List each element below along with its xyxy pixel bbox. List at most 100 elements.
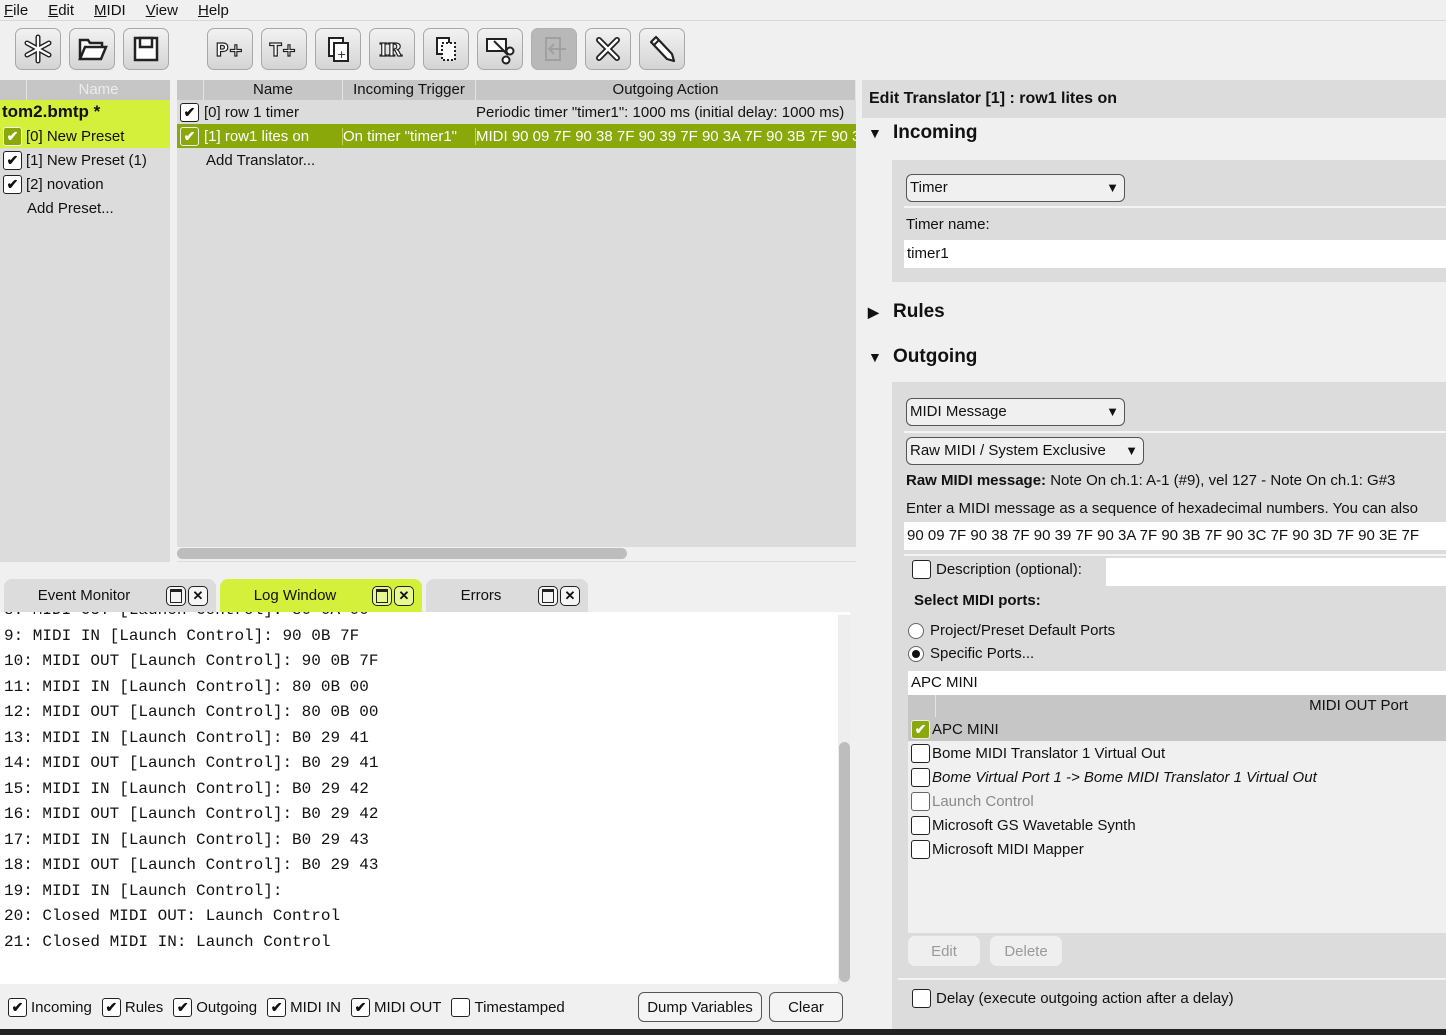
radio-icon	[908, 622, 924, 639]
port-checkbox[interactable]	[911, 719, 930, 739]
menu-midi[interactable]: MIDI	[94, 2, 126, 19]
checkbox-icon	[912, 560, 931, 579]
close-icon[interactable]: ✕	[188, 585, 208, 606]
delay-checkbox[interactable]: Delay (execute outgoing action after a d…	[912, 989, 1234, 1008]
new-project-button[interactable]	[15, 28, 61, 70]
add-translator-label: Add Translator...	[206, 151, 316, 169]
preset-enabled-checkbox[interactable]	[3, 174, 22, 194]
incoming-trigger-column-header[interactable]: Incoming Trigger	[343, 80, 476, 100]
midi-subtype-dropdown[interactable]: Raw MIDI / System Exclusive ▼	[906, 437, 1144, 465]
tab-event-monitor[interactable]: Event Monitor ✕	[4, 579, 216, 612]
port-row[interactable]: Launch Control	[908, 789, 1446, 813]
translator-row[interactable]: [1] row1 lites on On timer "timer1" MIDI…	[177, 124, 856, 148]
menu-help[interactable]: Help	[198, 2, 229, 19]
filter-incoming-checkbox[interactable]: Incoming	[6, 997, 92, 1017]
paste-button[interactable]	[423, 28, 469, 70]
outgoing-section-toggle[interactable]: ▼ Outgoing	[868, 346, 977, 368]
scrollbar-thumb[interactable]	[177, 548, 627, 559]
preset-enabled-checkbox[interactable]	[3, 150, 22, 170]
taskbar-edge	[0, 1029, 1446, 1035]
raw-midi-input[interactable]: 90 09 7F 90 38 7F 90 39 7F 90 3A 7F 90 3…	[904, 522, 1446, 550]
outgoing-action-column-header[interactable]: Outgoing Action	[476, 80, 856, 100]
save-project-button[interactable]	[123, 28, 169, 70]
maximize-icon[interactable]	[538, 585, 558, 606]
duplicate-button[interactable]: +	[315, 28, 361, 70]
specific-ports-radio[interactable]: Specific Ports...	[908, 645, 1034, 662]
clear-log-button[interactable]: Clear	[769, 992, 843, 1022]
add-preset-item[interactable]: Add Preset...	[0, 196, 170, 220]
description-checkbox[interactable]: Description (optional):	[912, 560, 1082, 579]
triangle-right-icon: ▶	[868, 303, 879, 320]
cut-button[interactable]	[477, 28, 523, 70]
incoming-section-toggle[interactable]: ▼ Incoming	[868, 122, 977, 144]
preset-enabled-checkbox[interactable]	[3, 126, 22, 146]
add-translator-item[interactable]: Add Translator...	[177, 148, 856, 172]
port-checkbox[interactable]	[911, 839, 930, 859]
maximize-icon[interactable]	[166, 585, 186, 606]
translator-enabled-checkbox[interactable]	[180, 102, 199, 122]
rename-icon: IR	[379, 40, 403, 62]
scrollbar-thumb[interactable]	[839, 742, 850, 982]
port-checkbox[interactable]	[911, 815, 930, 835]
menu-edit[interactable]: Edit	[48, 2, 74, 19]
delete-button[interactable]	[585, 28, 631, 70]
filter-outgoing-checkbox[interactable]: Outgoing	[171, 997, 257, 1017]
add-preset-button[interactable]: P+	[207, 28, 253, 70]
editor-title: Edit Translator [1] : row1 lites on	[862, 80, 1446, 118]
add-translator-button[interactable]: T+	[261, 28, 307, 70]
dump-variables-button[interactable]: Dump Variables	[638, 992, 762, 1022]
port-row[interactable]: Microsoft MIDI Mapper	[908, 837, 1446, 861]
port-row[interactable]: Microsoft GS Wavetable Synth	[908, 813, 1446, 837]
edit-button[interactable]	[639, 28, 685, 70]
translator-horizontal-scrollbar[interactable]	[177, 547, 856, 561]
preset-item[interactable]: [2] novation	[0, 172, 170, 196]
filter-midi-in-checkbox[interactable]: MIDI IN	[265, 997, 341, 1017]
preset-item[interactable]: [1] New Preset (1)	[0, 148, 170, 172]
open-project-button[interactable]	[69, 28, 115, 70]
toolbar: P+ T+ + IR	[0, 26, 1446, 74]
incoming-type-dropdown[interactable]: Timer ▼	[906, 174, 1125, 202]
menu-view[interactable]: View	[146, 2, 178, 19]
midi-out-port-column-header[interactable]: MIDI OUT Port	[936, 695, 1446, 717]
rename-button[interactable]: IR	[369, 28, 415, 70]
port-row[interactable]: APC MINI	[908, 717, 1446, 741]
close-icon[interactable]: ✕	[394, 585, 414, 606]
outgoing-type-dropdown[interactable]: MIDI Message ▼	[906, 398, 1125, 426]
log-line: 10: MIDI OUT [Launch Control]: 90 0B 7F	[4, 652, 379, 670]
default-ports-radio[interactable]: Project/Preset Default Ports	[908, 622, 1115, 639]
tab-errors[interactable]: Errors ✕	[426, 579, 588, 612]
port-edit-button[interactable]: Edit	[908, 936, 980, 966]
translator-name: [0] row 1 timer	[204, 103, 300, 121]
maximize-icon[interactable]	[372, 585, 392, 606]
log-line: 18: MIDI OUT [Launch Control]: B0 29 43	[4, 856, 379, 874]
port-checkbox[interactable]	[911, 767, 930, 787]
project-name[interactable]: tom2.bmtp *	[0, 100, 170, 124]
log-output[interactable]: 8: MIDI OUT [Launch Control]: 80 0A 00 9…	[0, 612, 850, 984]
timer-name-input[interactable]: timer1	[904, 240, 1446, 268]
rules-section-toggle[interactable]: ▶ Rules	[868, 301, 945, 323]
filter-rules-checkbox[interactable]: Rules	[100, 997, 163, 1017]
filter-midi-out-checkbox[interactable]: MIDI OUT	[349, 997, 441, 1017]
port-row[interactable]: Bome Virtual Port 1 -> Bome MIDI Transla…	[908, 765, 1446, 789]
log-filter-bar: Incoming Rules Outgoing MIDI IN MIDI OUT…	[0, 986, 860, 1028]
log-vertical-scrollbar[interactable]	[838, 615, 850, 984]
menu-file[interactable]: File	[4, 2, 28, 19]
filter-timestamped-checkbox[interactable]: Timestamped	[449, 997, 565, 1017]
description-input[interactable]	[1106, 558, 1446, 586]
port-checkbox[interactable]	[911, 743, 930, 763]
port-row[interactable]: Bome MIDI Translator 1 Virtual Out	[908, 741, 1446, 765]
translator-enabled-checkbox[interactable]	[180, 126, 199, 146]
tab-log-window[interactable]: Log Window ✕	[220, 579, 422, 612]
close-icon[interactable]: ✕	[560, 585, 580, 606]
translator-row[interactable]: [0] row 1 timer Periodic timer "timer1":…	[177, 100, 856, 124]
preset-item[interactable]: [0] New Preset	[0, 124, 170, 148]
incoming-panel: Timer ▼ Timer name: timer1	[892, 160, 1446, 282]
port-checkbox[interactable]	[911, 791, 930, 811]
preset-name-column-header[interactable]: Name	[27, 80, 170, 100]
translator-name: [1] row1 lites on	[204, 127, 343, 145]
port-delete-button[interactable]: Delete	[990, 936, 1062, 966]
translator-table-header: Name Incoming Trigger Outgoing Action	[177, 80, 856, 100]
ports-table-header: MIDI OUT Port	[908, 695, 1446, 717]
back-button[interactable]	[531, 28, 577, 70]
name-column-header[interactable]: Name	[204, 80, 343, 100]
